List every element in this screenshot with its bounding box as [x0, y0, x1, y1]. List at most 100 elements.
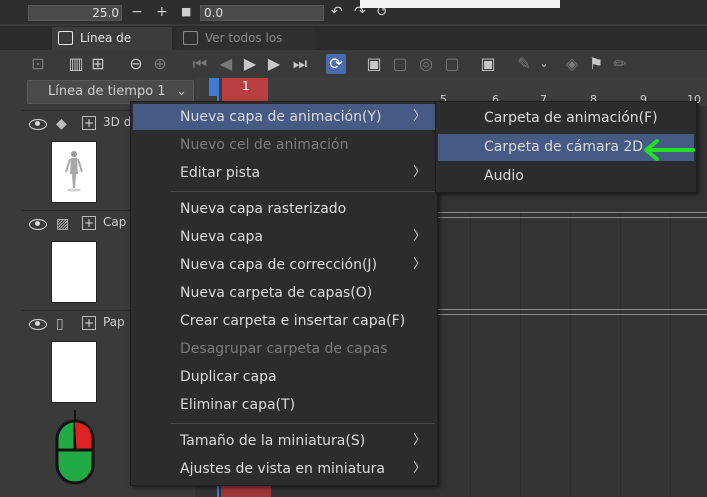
tab-timeline[interactable]: Línea de tiempo	[52, 27, 172, 67]
menu-item-label: Nueva capa rasterizado	[180, 201, 347, 217]
context-menu: Nueva capa de animación(Y) 〉 Nuevo cel d…	[130, 101, 438, 486]
flag-icon[interactable]: ⚑	[586, 54, 606, 74]
chevron-right-icon: 〉	[412, 109, 426, 124]
paper-layer-icon: ▯	[56, 316, 64, 332]
grid-line	[570, 212, 571, 497]
grid-line	[470, 212, 471, 497]
chevron-down-icon: ⌄	[176, 84, 187, 99]
pen-icon[interactable]: ✏	[610, 54, 630, 74]
menu-item-thumbnail-view-settings[interactable]: Ajustes de vista en miniatura 〉	[133, 456, 435, 482]
canvas-preview	[360, 0, 560, 8]
menu-item-duplicate-layer[interactable]: Duplicar capa	[133, 364, 435, 390]
menu-item-new-raster-layer[interactable]: Nueva capa rasterizado	[133, 196, 435, 222]
track-divider	[438, 314, 707, 315]
chevron-right-icon: 〉	[412, 165, 426, 180]
menu-item-edit-track[interactable]: Editar pista 〉	[133, 160, 435, 186]
undo-rotate-icon[interactable]: ↶	[331, 4, 343, 20]
first-frame-icon[interactable]: ⏮	[190, 54, 210, 74]
tab-bar: Línea de tiempo Ver todos los lados	[0, 26, 707, 67]
last-frame-icon[interactable]: ⏭	[290, 54, 310, 74]
submenu-item-audio[interactable]: Audio	[438, 163, 694, 190]
timeline-toolbar: ⊡ ▥ ⊞ ⊖ ⊕ ⏮ ◀ ▶ ▶ ⏭ ⟳ ▣ ▢ ◎ ▢ ▣ ✎ ⌄ ◈ ⚑ …	[22, 50, 707, 78]
track-row[interactable]: ▨ + Cap	[22, 210, 137, 310]
menu-item-label: Nueva capa	[180, 229, 264, 245]
tab-all-sides[interactable]: Ver todos los lados	[177, 27, 315, 67]
new-timeline-icon[interactable]: ▥	[66, 54, 86, 74]
track-thumbnail	[51, 141, 97, 203]
minus-icon[interactable]: −	[131, 4, 143, 20]
frame-cell	[221, 485, 271, 497]
menu-item-label: Crear carpeta e insertar capa(F)	[180, 313, 406, 329]
annotation-arrow-icon	[644, 139, 695, 161]
submenu-item-label: Carpeta de cámara 2D	[484, 139, 644, 155]
eye-icon[interactable]	[29, 219, 47, 230]
menu-item-label: Editar pista	[180, 165, 261, 181]
submenu-item-animation-folder[interactable]: Carpeta de animación(F)	[438, 105, 694, 132]
current-frame: 1	[242, 79, 250, 93]
3d-figure-icon	[65, 151, 83, 192]
new-cel-icon[interactable]: ▣	[364, 54, 384, 74]
onion-skin-icon[interactable]: ◎	[416, 54, 436, 74]
next-frame-icon[interactable]: ▶	[264, 54, 284, 74]
keyframe-icon[interactable]: ✎	[514, 54, 534, 74]
menu-item-delete-layer[interactable]: Eliminar capa(T)	[133, 392, 435, 418]
mouse-right-click-icon	[55, 410, 95, 485]
zoom-out-icon[interactable]: ⊖	[126, 54, 146, 74]
eye-icon[interactable]	[29, 319, 47, 330]
track-thumbnail	[51, 341, 97, 403]
menu-item-label: Tamaño de la miniatura(S)	[180, 433, 366, 449]
menu-item-new-correction-layer[interactable]: Nueva capa de corrección(J) 〉	[133, 252, 435, 278]
menu-item-label: Ajustes de vista en miniatura	[180, 461, 385, 477]
expand-icon[interactable]: +	[82, 216, 96, 230]
menu-item-create-folder-insert[interactable]: Crear carpeta e insertar capa(F)	[133, 308, 435, 334]
camera-icon	[183, 31, 198, 45]
loop-icon[interactable]: ⟳	[326, 54, 346, 74]
menu-item-new-layer-folder[interactable]: Nueva carpeta de capas(O)	[133, 280, 435, 306]
expand-icon[interactable]: +	[82, 316, 96, 330]
track-row[interactable]: ◆ + 3D dr	[22, 110, 137, 210]
grid-line	[620, 212, 621, 497]
fit-icon[interactable]: ▣	[478, 54, 498, 74]
specify-cel-icon[interactable]: ▢	[390, 54, 410, 74]
expand-icon[interactable]: +	[82, 116, 96, 130]
image-layer-icon: ▨	[56, 216, 70, 232]
chevron-down-icon[interactable]: ⌄	[534, 54, 554, 74]
menu-item-label: Eliminar capa(T)	[180, 397, 296, 413]
chevron-right-icon: 〉	[412, 461, 426, 476]
menu-item-new-animation-layer[interactable]: Nueva capa de animación(Y) 〉	[133, 104, 435, 130]
zoom-in-icon[interactable]: ⊕	[150, 54, 170, 74]
menu-separator	[171, 191, 435, 192]
key-add-icon[interactable]: ◈	[562, 54, 582, 74]
light-table-icon[interactable]: ▢	[442, 54, 462, 74]
menu-item-thumbnail-size[interactable]: Tamaño de la miniatura(S) 〉	[133, 428, 435, 454]
track-thumbnail	[51, 241, 97, 303]
track-divider	[438, 217, 707, 218]
play-icon[interactable]: ▶	[240, 54, 260, 74]
value-field-2[interactable]: 0.0	[200, 5, 324, 21]
grid-line	[520, 212, 521, 497]
stop-square-icon[interactable]: ■	[181, 4, 191, 20]
timeline-icon	[58, 31, 73, 45]
chevron-right-icon: 〉	[412, 433, 426, 448]
grid-line	[670, 212, 671, 497]
menu-item-new-animation-cel[interactable]: Nuevo cel de animación	[133, 132, 435, 158]
submenu-item-label: Audio	[484, 168, 524, 184]
track-row[interactable]: ▯ + Pap	[22, 310, 137, 408]
track-divider	[438, 212, 707, 213]
menu-item-new-layer[interactable]: Nueva capa 〉	[133, 224, 435, 250]
menu-item-label: Nueva carpeta de capas(O)	[180, 285, 373, 301]
edit-timeline-icon[interactable]: ⊞	[88, 54, 108, 74]
menu-item-label: Desagrupar carpeta de capas	[180, 341, 388, 357]
value-field-1[interactable]: 25.0	[28, 5, 122, 21]
plus-icon[interactable]: +	[156, 4, 168, 20]
menu-item-label: Duplicar capa	[180, 369, 277, 385]
eye-icon[interactable]	[29, 119, 47, 130]
prev-frame-icon[interactable]: ◀	[216, 54, 236, 74]
menu-item-label: Nuevo cel de animación	[180, 137, 349, 153]
track-divider	[438, 309, 707, 310]
menu-item-label: Nueva capa de corrección(J)	[180, 257, 378, 273]
menu-separator	[171, 423, 435, 424]
graph-icon[interactable]: ⊡	[28, 54, 48, 74]
menu-item-ungroup-folder[interactable]: Desagrupar carpeta de capas	[133, 336, 435, 362]
menu-item-label: Nueva capa de animación(Y)	[180, 109, 382, 125]
